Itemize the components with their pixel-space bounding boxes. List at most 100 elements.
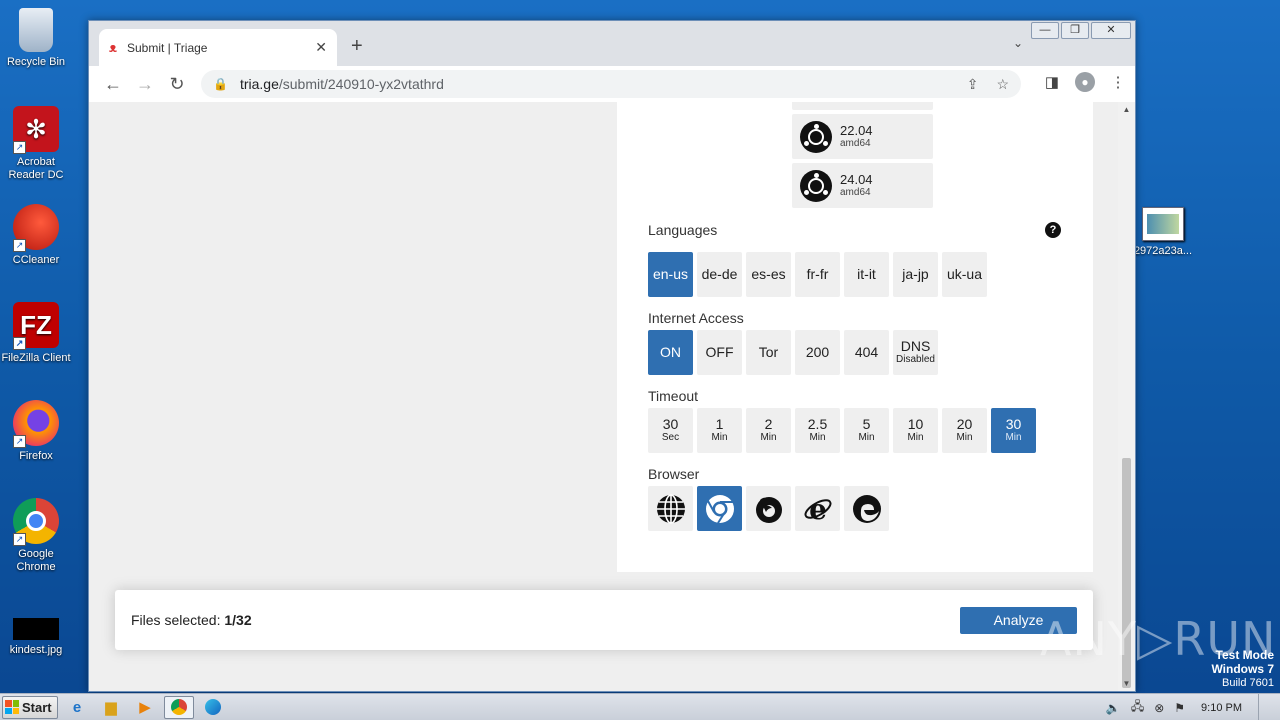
lang-option-uk-ua[interactable]: uk-ua (942, 252, 987, 297)
firefox-icon (755, 496, 782, 523)
lang-option-es-es[interactable]: es-es (746, 252, 791, 297)
chrome-icon: ↗ (13, 498, 59, 546)
option-label: 5 (862, 416, 871, 432)
os-option-ubuntu-2204[interactable]: 22.04 amd64 (792, 114, 933, 159)
internet-option-tor[interactable]: Tor (746, 330, 791, 375)
option-label: 2 (764, 416, 773, 432)
desktop-icon-label: Recycle Bin (6, 56, 66, 68)
timeout-option-1-min[interactable]: 1 Min (697, 408, 742, 453)
internet-option-on[interactable]: ON (648, 330, 693, 375)
test-mode-line1: Test Mode (1215, 648, 1274, 662)
timeout-option-2-min[interactable]: 2 Min (746, 408, 791, 453)
new-tab-button[interactable]: + (351, 35, 363, 58)
lang-option-en-us[interactable]: en-us (648, 252, 693, 297)
forward-arrow-icon[interactable]: → (129, 74, 161, 95)
back-arrow-icon[interactable]: ← (97, 74, 129, 95)
ubuntu-icon (800, 169, 832, 202)
timeout-option-30-sec[interactable]: 30 Sec (648, 408, 693, 453)
test-mode-line3: Build 7601 (1222, 677, 1274, 689)
lock-icon[interactable]: 🔒 (213, 77, 228, 91)
bookmark-star-icon[interactable]: ☆ (996, 76, 1009, 93)
lang-label: uk-ua (946, 266, 983, 282)
internet-option-200[interactable]: 200 (795, 330, 840, 375)
lang-label: fr-fr (806, 266, 829, 282)
internet-option-off[interactable]: OFF (697, 330, 742, 375)
browser-option-internet-explorer[interactable]: e (795, 486, 840, 531)
timeout-option-10-min[interactable]: 10 Min (893, 408, 938, 453)
taskbar-ie-icon[interactable]: e (62, 696, 92, 719)
os-arch: amd64 (840, 137, 871, 149)
browser-toolbar: ← → ↻ 🔒 tria.ge/submit/240910-yx2vtathrd… (89, 66, 1135, 102)
tab-close-icon[interactable]: ✕ (315, 39, 327, 56)
browser-option-chrome[interactable] (697, 486, 742, 531)
desktop-icon-right-file[interactable]: 2972a23a... (1130, 207, 1196, 257)
network-icon[interactable]: 🖧 (1131, 697, 1144, 718)
chrome-icon (705, 494, 734, 524)
taskbar-media-player-icon[interactable]: ▶ (130, 696, 160, 719)
page-scrollbar[interactable]: ▲ ▼ (1118, 102, 1135, 691)
desktop-icon-ccleaner[interactable]: ↗ CCleaner (0, 204, 72, 267)
lang-label: it-it (857, 266, 876, 282)
os-option-ubuntu-2404[interactable]: 24.04 amd64 (792, 163, 933, 208)
option-label: ON (660, 344, 681, 360)
url-host: tria.ge (239, 76, 279, 92)
ubuntu-icon (800, 120, 832, 153)
lang-option-fr-fr[interactable]: fr-fr (795, 252, 840, 297)
files-selected-count: 1/32 (224, 612, 252, 628)
desktop-icon-recycle-bin[interactable]: Recycle Bin (0, 8, 72, 69)
windows-logo-icon (5, 700, 19, 714)
volume-icon[interactable]: 🔈 (1106, 701, 1121, 715)
clock[interactable]: 9:10 PM (1201, 702, 1242, 714)
profile-avatar-icon[interactable]: ● (1075, 72, 1095, 92)
desktop-icon-firefox[interactable]: ↗ Firefox (0, 400, 72, 463)
desktop-icon-filezilla[interactable]: FZ ↗ FileZilla Client (0, 302, 72, 365)
desktop-icon-acrobat[interactable]: ✻ ↗ Acrobat Reader DC (0, 106, 72, 182)
shortcut-arrow-icon: ↗ (13, 533, 26, 546)
security-icon[interactable]: ⊗ (1154, 701, 1164, 715)
option-sublabel: Min (809, 432, 826, 443)
test-mode-line2: Windows 7 (1211, 662, 1274, 676)
os-option-partial[interactable] (792, 102, 933, 110)
desktop-icon-chrome[interactable]: ↗ Google Chrome (0, 498, 72, 574)
timeout-option-2-5-min[interactable]: 2.5 Min (795, 408, 840, 453)
taskbar-edge-icon[interactable] (198, 696, 228, 719)
browser-option-edge[interactable] (844, 486, 889, 531)
share-icon[interactable]: ⇪ (967, 76, 979, 93)
menu-kebab-icon[interactable]: ⋮ (1109, 73, 1127, 91)
option-sublabel: Min (711, 432, 728, 443)
lang-option-it-it[interactable]: it-it (844, 252, 889, 297)
tab-submit-triage[interactable]: ᴥ Submit | Triage ✕ (99, 29, 337, 66)
browser-option-default[interactable] (648, 486, 693, 531)
option-label: OFF (705, 344, 734, 360)
option-sublabel: Min (956, 432, 973, 443)
side-panel-icon[interactable]: ◨ (1043, 73, 1061, 91)
desktop-icon-kindest[interactable]: kindest.jpg (0, 618, 72, 657)
browser-window: — ❐ ✕ ᴥ Submit | Triage ✕ + ⌄ ← → ↻ 🔒 tr… (88, 20, 1136, 692)
url-path: /submit/240910-yx2vtathrd (278, 76, 444, 92)
address-bar[interactable]: 🔒 tria.ge/submit/240910-yx2vtathrd ⇪ ☆ (201, 70, 1021, 98)
lang-label: es-es (751, 266, 786, 282)
lang-option-ja-jp[interactable]: ja-jp (893, 252, 938, 297)
internet-option-404[interactable]: 404 (844, 330, 889, 375)
option-label: 30 (1005, 416, 1022, 432)
os-version: 24.04 (840, 171, 873, 187)
browser-option-firefox[interactable] (746, 486, 791, 531)
help-question-icon[interactable]: ? (1045, 222, 1061, 238)
timeout-option-20-min[interactable]: 20 Min (942, 408, 987, 453)
reload-icon[interactable]: ↻ (161, 74, 193, 95)
scroll-down-icon[interactable]: ▼ (1118, 679, 1135, 688)
taskbar-chrome-icon[interactable] (164, 695, 194, 719)
taskbar-explorer-icon[interactable]: ▆ (96, 696, 126, 719)
internet-option-dns[interactable]: DNS Disabled (893, 330, 938, 375)
internet-access-title: Internet Access (648, 310, 744, 326)
start-button[interactable]: Start (2, 695, 58, 719)
scroll-up-icon[interactable]: ▲ (1118, 105, 1135, 114)
tab-search-chevron-down-icon[interactable]: ⌄ (1013, 36, 1023, 50)
lang-option-de-de[interactable]: de-de (697, 252, 742, 297)
timeout-option-5-min[interactable]: 5 Min (844, 408, 889, 453)
timeout-option-30-min[interactable]: 30 Min (991, 408, 1036, 453)
show-desktop-button[interactable] (1258, 694, 1270, 720)
internet-explorer-icon: e (804, 494, 831, 524)
toolbar-right: ◨ ● ⋮ (1043, 72, 1127, 92)
action-center-flag-icon[interactable]: ⚑ (1174, 701, 1185, 715)
